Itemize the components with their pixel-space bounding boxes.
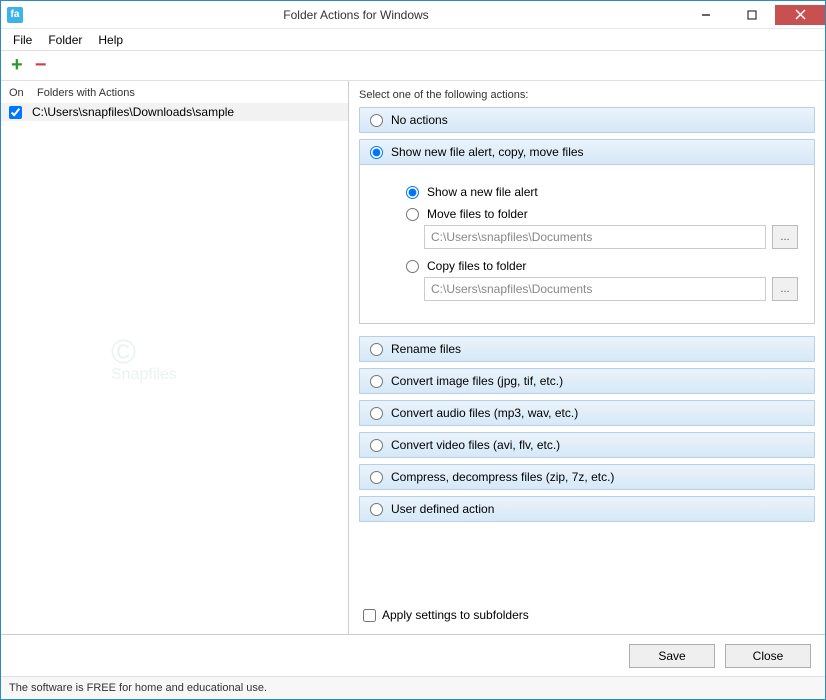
option-label: Convert video files (avi, flv, etc.) bbox=[391, 438, 560, 452]
menubar: File Folder Help bbox=[1, 29, 825, 51]
folder-path: C:\Users\snapfiles\Downloads\sample bbox=[32, 105, 234, 119]
window-title: Folder Actions for Windows bbox=[29, 8, 683, 22]
titlebar: fa Folder Actions for Windows bbox=[1, 1, 825, 29]
window-controls bbox=[683, 5, 825, 25]
radio-show-alert-group[interactable] bbox=[370, 146, 383, 159]
app-icon: fa bbox=[7, 7, 23, 23]
folders-list: C:\Users\snapfiles\Downloads\sample © Sn… bbox=[1, 103, 348, 634]
option-label: Convert image files (jpg, tif, etc.) bbox=[391, 374, 563, 388]
menu-file[interactable]: File bbox=[5, 31, 40, 49]
option-label: No actions bbox=[391, 113, 448, 127]
sub-option-move[interactable]: Move files to folder bbox=[406, 207, 798, 221]
radio-convert-video[interactable] bbox=[370, 439, 383, 452]
col-header-folders: Folders with Actions bbox=[37, 87, 340, 99]
actions-panel: Select one of the following actions: No … bbox=[349, 81, 825, 634]
sub-label: Copy files to folder bbox=[427, 259, 526, 273]
option-no-actions[interactable]: No actions bbox=[359, 107, 815, 133]
move-path-input[interactable] bbox=[424, 225, 766, 249]
folder-enabled-checkbox[interactable] bbox=[9, 106, 22, 119]
radio-no-actions[interactable] bbox=[370, 114, 383, 127]
menu-help[interactable]: Help bbox=[90, 31, 131, 49]
minimize-button[interactable] bbox=[683, 5, 729, 25]
alert-sub-panel: Show a new file alert Move files to fold… bbox=[359, 165, 815, 324]
option-convert-image[interactable]: Convert image files (jpg, tif, etc.) bbox=[359, 368, 815, 394]
sub-option-copy[interactable]: Copy files to folder bbox=[406, 259, 798, 273]
maximize-button[interactable] bbox=[729, 5, 775, 25]
radio-move[interactable] bbox=[406, 208, 419, 221]
option-compress[interactable]: Compress, decompress files (zip, 7z, etc… bbox=[359, 464, 815, 490]
move-path-row: ... bbox=[424, 225, 798, 249]
col-header-on: On bbox=[9, 87, 37, 99]
close-dialog-button[interactable]: Close bbox=[725, 644, 811, 668]
radio-compress[interactable] bbox=[370, 471, 383, 484]
radio-user-defined[interactable] bbox=[370, 503, 383, 516]
option-label: Compress, decompress files (zip, 7z, etc… bbox=[391, 470, 614, 484]
option-label: Rename files bbox=[391, 342, 461, 356]
option-show-alert-group[interactable]: Show new file alert, copy, move files bbox=[359, 139, 815, 165]
option-convert-audio[interactable]: Convert audio files (mp3, wav, etc.) bbox=[359, 400, 815, 426]
save-button[interactable]: Save bbox=[629, 644, 715, 668]
status-bar: The software is FREE for home and educat… bbox=[1, 677, 825, 699]
sub-label: Move files to folder bbox=[427, 207, 528, 221]
option-user-defined[interactable]: User defined action bbox=[359, 496, 815, 522]
button-bar: Save Close bbox=[1, 635, 825, 677]
menu-folder[interactable]: Folder bbox=[40, 31, 90, 49]
option-label: User defined action bbox=[391, 502, 494, 516]
option-convert-video[interactable]: Convert video files (avi, flv, etc.) bbox=[359, 432, 815, 458]
browse-copy-button[interactable]: ... bbox=[772, 277, 798, 301]
sub-label: Show a new file alert bbox=[427, 185, 538, 199]
radio-copy[interactable] bbox=[406, 260, 419, 273]
close-button[interactable] bbox=[775, 5, 825, 25]
sub-option-show-alert[interactable]: Show a new file alert bbox=[406, 185, 798, 199]
radio-rename[interactable] bbox=[370, 343, 383, 356]
copy-path-row: ... bbox=[424, 277, 798, 301]
app-window: fa Folder Actions for Windows File Folde… bbox=[0, 0, 826, 700]
watermark: © Snapfiles bbox=[111, 333, 177, 384]
option-label: Show new file alert, copy, move files bbox=[391, 145, 584, 159]
folder-row[interactable]: C:\Users\snapfiles\Downloads\sample bbox=[1, 103, 348, 121]
actions-title: Select one of the following actions: bbox=[359, 89, 815, 101]
radio-convert-audio[interactable] bbox=[370, 407, 383, 420]
remove-folder-button[interactable]: − bbox=[35, 54, 47, 77]
main-area: On Folders with Actions C:\Users\snapfil… bbox=[1, 81, 825, 635]
toolbar: + − bbox=[1, 51, 825, 81]
option-rename[interactable]: Rename files bbox=[359, 336, 815, 362]
folders-header: On Folders with Actions bbox=[1, 81, 348, 103]
radio-show-alert[interactable] bbox=[406, 186, 419, 199]
apply-subfolders-row[interactable]: Apply settings to subfolders bbox=[359, 602, 815, 626]
apply-subfolders-label: Apply settings to subfolders bbox=[382, 608, 529, 622]
browse-move-button[interactable]: ... bbox=[772, 225, 798, 249]
radio-convert-image[interactable] bbox=[370, 375, 383, 388]
copy-path-input[interactable] bbox=[424, 277, 766, 301]
apply-subfolders-checkbox[interactable] bbox=[363, 609, 376, 622]
option-label: Convert audio files (mp3, wav, etc.) bbox=[391, 406, 578, 420]
add-folder-button[interactable]: + bbox=[11, 54, 23, 77]
folders-panel: On Folders with Actions C:\Users\snapfil… bbox=[1, 81, 349, 634]
